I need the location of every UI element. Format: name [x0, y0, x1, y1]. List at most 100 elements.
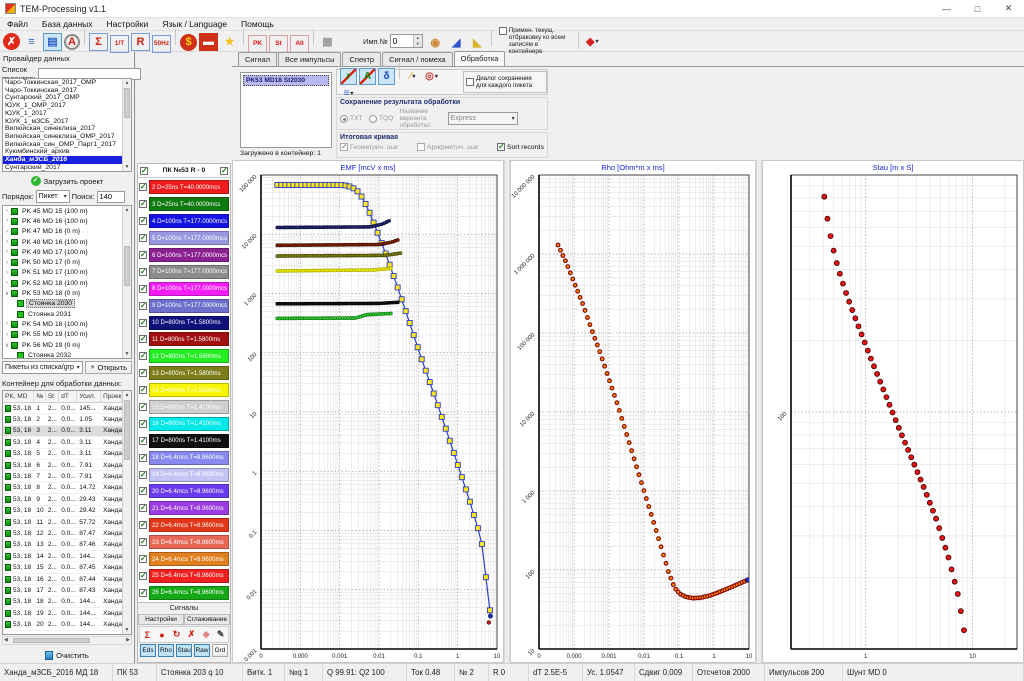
table-row[interactable]: 53, 1862...0.0...7.91Ханда...	[3, 460, 122, 471]
exit-icon[interactable]: ✗	[3, 33, 20, 50]
signal-button-Rho[interactable]: Rho	[158, 644, 174, 657]
chevron-collapsed-icon[interactable]: ›	[3, 218, 11, 224]
refresh-icon[interactable]: ↻	[170, 628, 183, 641]
table-row[interactable]: 53, 18152...0.0...87.45Ханда...	[3, 562, 122, 573]
table-row[interactable]: 53, 18122...0.0...87.47Ханда...	[3, 528, 122, 539]
tree-item[interactable]: ›PK 45 MD 15 {100 m}	[3, 206, 122, 216]
tree-scrollbar[interactable]: ▲ ▼	[122, 206, 131, 358]
search-input[interactable]	[97, 191, 125, 203]
one-over-t-icon[interactable]: 1/T	[110, 35, 129, 53]
chevron-collapsed-icon[interactable]: ›	[3, 270, 11, 276]
database-icon[interactable]: ≡	[22, 33, 41, 51]
legend-item[interactable]: 6 D=100ns T=177.0000mcs	[139, 247, 229, 264]
chevron-expanded-icon[interactable]: ∨	[3, 290, 11, 297]
legend-item-checkbox[interactable]	[139, 420, 147, 428]
chevron-collapsed-icon[interactable]: ›	[3, 332, 11, 338]
tree-item[interactable]: ›PK 47 MD 16 {0 m}	[3, 227, 122, 237]
signal-button-Grd[interactable]: Grd	[212, 644, 228, 657]
tree-item[interactable]: ›PK 49 MD 17 {100 m}	[3, 247, 122, 257]
legend-item[interactable]: 10 D=800ns T=1.5800ms	[139, 314, 229, 331]
chevron-collapsed-icon[interactable]: ›	[3, 280, 11, 286]
chart-canvas-stau[interactable]: 110100	[763, 172, 1023, 662]
table-row[interactable]: 53, 18162...0.0...87.44Ханда...	[3, 574, 122, 585]
table-header-1[interactable]: №	[34, 391, 46, 402]
search-icon[interactable]: A	[64, 34, 80, 50]
scroll-up-icon[interactable]: ▲	[123, 206, 131, 214]
signal-button-Stau[interactable]: Stau	[176, 644, 192, 657]
apply-rejection-checkbox[interactable]	[499, 27, 507, 35]
table-row[interactable]: 53, 18102...0.0...29.42Ханда...	[3, 506, 122, 517]
txt-radio[interactable]	[340, 115, 348, 123]
round-eraser-icon[interactable]: ◎▾	[423, 68, 440, 85]
table-row[interactable]: 53, 1812...0.0...145...Ханда...	[3, 403, 122, 414]
point-edit-icon[interactable]: ●	[156, 628, 169, 641]
tree-item[interactable]: Стоянка 2031	[3, 309, 122, 319]
scrollbar-thumb[interactable]	[124, 88, 130, 118]
legend-item[interactable]: 26 D=6.4mcs T=8.9600ms	[139, 584, 229, 601]
close-button[interactable]: ✕	[993, 0, 1024, 17]
tree-item[interactable]: ›PK 52 MD 18 {100 m}	[3, 278, 122, 288]
table-row[interactable]: 53, 18132...0.0...87.46Ханда...	[3, 540, 122, 551]
st-icon[interactable]: St	[269, 35, 288, 53]
legend-item-checkbox[interactable]	[139, 200, 147, 208]
tree-item[interactable]: ›PK 54 MD 18 {100 m}	[3, 319, 122, 329]
container-cube-icon[interactable]: ◆ ▾	[583, 32, 602, 50]
menu-item-База данных[interactable]: База данных	[35, 19, 100, 29]
legend-item[interactable]: 22 D=6.4mcs T=8.9600ms	[139, 517, 229, 534]
sum-icon[interactable]: Σ	[89, 33, 108, 51]
project-list-scrollbar[interactable]: ▲ ▼	[122, 79, 131, 171]
scroll-up-icon[interactable]: ▲	[123, 391, 131, 399]
chart-canvas-emf[interactable]: 00.0000.0010.010.1110100 00010 0001 0001…	[233, 172, 503, 662]
tree-item[interactable]: ∨PK 56 MD 19 {0 m}	[3, 340, 122, 350]
table-row[interactable]: 53, 18192...0.0...144...Ханда...	[3, 608, 122, 619]
legend-item[interactable]: 18 D=6.4mcs T=8.9600ms	[139, 449, 229, 466]
legend-item[interactable]: 24 D=6.4mcs T=8.9600ms	[139, 551, 229, 568]
picket-tree[interactable]: ▲ ▼ ›PK 45 MD 15 {100 m}›PK 46 MD 16 {10…	[2, 205, 132, 359]
legend-item-checkbox[interactable]	[139, 454, 147, 462]
scrollbar-thumb[interactable]	[13, 638, 90, 643]
pulse-device-icon[interactable]: ▦	[318, 33, 337, 51]
chart-cut-icon[interactable]: ◣	[468, 34, 487, 52]
chevron-expanded-icon[interactable]: ∨	[3, 342, 11, 349]
scroll-up-icon[interactable]: ▲	[123, 79, 131, 87]
pk-icon[interactable]: PK	[248, 35, 267, 53]
legend-item[interactable]: 21 D=6.4mcs T=8.9600ms	[139, 500, 229, 517]
legend-item-checkbox[interactable]	[139, 521, 147, 529]
table-header-0[interactable]: PK, MD	[3, 391, 34, 402]
legend-item[interactable]: 19 D=6.4mcs T=8.9600ms	[139, 466, 229, 483]
tree-item[interactable]: ›PK 48 MD 16 {100 m}	[3, 237, 122, 247]
wand-icon[interactable]: ⁄▾	[404, 68, 421, 85]
reject-a-chart-icon[interactable]: A	[359, 68, 376, 85]
signals-tab-Сглаживание[interactable]: Сглаживание	[184, 614, 230, 624]
project-item[interactable]: Вилюйская_синеклиза_2017	[3, 125, 122, 133]
container-table[interactable]: ▲ ▼ PK, MD№StdTУсил.Проект53, 1812...0.0…	[2, 390, 132, 635]
legend-item-checkbox[interactable]	[139, 487, 147, 495]
open-button[interactable]: ▼ Открыть	[85, 361, 132, 374]
legend-item-checkbox[interactable]	[139, 369, 147, 377]
currency-icon[interactable]: $	[180, 34, 197, 51]
legend-all-checkbox-2[interactable]	[220, 167, 228, 175]
tqq-radio[interactable]	[369, 115, 377, 123]
rho-chart-panel[interactable]: Rho [Ohm*m x ms]00.0000.0010.010.111010 …	[510, 160, 756, 663]
legend-item-checkbox[interactable]	[139, 504, 147, 512]
scroll-left-icon[interactable]: ◀	[4, 637, 8, 643]
table-row[interactable]: 53, 18202...0.0...144...Ханда...	[3, 619, 122, 630]
signal-button-Eds[interactable]: Eds	[140, 644, 156, 657]
legend-item[interactable]: 9 D=100ns T=177.0000mcs	[139, 297, 229, 314]
table-row[interactable]: 53, 18182...0.0...144...Ханда...	[3, 597, 122, 608]
legend-item-checkbox[interactable]	[139, 302, 147, 310]
project-item[interactable]: Чаро-Токкинская_2017_ОМР	[3, 79, 122, 87]
legend-item-checkbox[interactable]	[139, 268, 147, 276]
legend-item[interactable]: 8 D=100ns T=177.0000mcs	[139, 280, 229, 297]
legend-item[interactable]: 25 D=6.4mcs T=8.9600ms	[139, 567, 229, 584]
legend-item-checkbox[interactable]	[139, 538, 147, 546]
legend-item[interactable]: 5 D=100ns T=177.0000mcs	[139, 230, 229, 247]
chevron-collapsed-icon[interactable]: ›	[3, 239, 11, 245]
variant-select[interactable]: Express ▾	[448, 112, 518, 125]
scrollbar-thumb[interactable]	[124, 400, 130, 460]
chevron-collapsed-icon[interactable]: ›	[3, 208, 11, 214]
chevron-collapsed-icon[interactable]: ›	[3, 260, 11, 266]
table-row[interactable]: 53, 1882...0.0...14.72Ханда...	[3, 483, 122, 494]
tree-item[interactable]: ›PK 51 MD 17 {100 m}	[3, 268, 122, 278]
project-item[interactable]: Вилюйская_синеклиза_ОМР_2017	[3, 133, 122, 141]
